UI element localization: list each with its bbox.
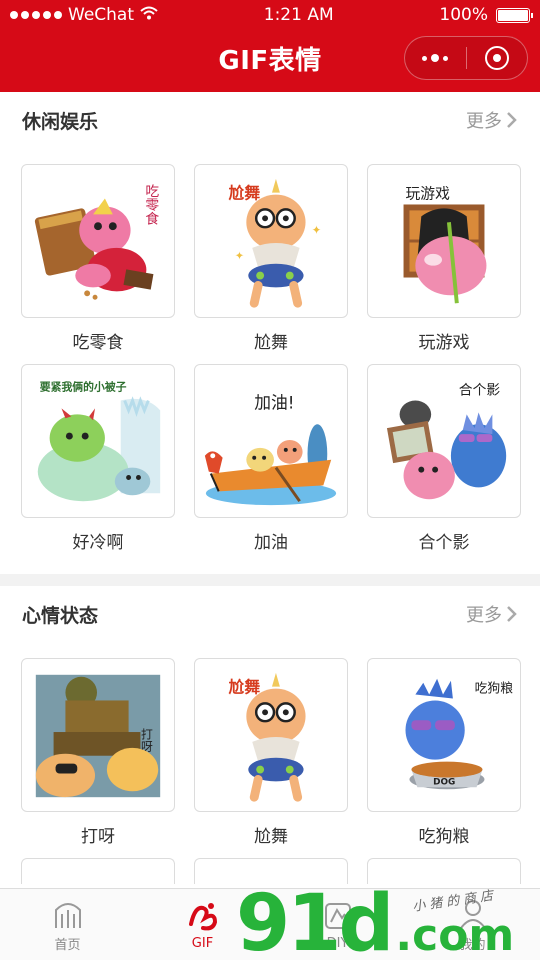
sticker-caption: 玩游戏	[418, 333, 470, 353]
sticker-art-text: 玩游戏	[406, 186, 451, 203]
svg-text:DOG: DOG	[433, 777, 455, 787]
status-bar: WeChat 1:21 AM 100%	[0, 0, 540, 30]
gif-icon	[188, 903, 217, 931]
more-label: 更多	[466, 111, 502, 132]
sticker-image[interactable]: 打呀	[21, 658, 175, 812]
more-label: 更多	[466, 605, 502, 626]
sticker-card[interactable]: 吃零食 吃零食	[21, 164, 175, 353]
battery-percent: 100%	[439, 5, 488, 25]
sticker-caption: 尬舞	[254, 827, 288, 847]
section-header: 心情状态 更多	[0, 586, 540, 642]
svg-text:✦: ✦	[311, 223, 321, 237]
chevron-right-icon	[507, 606, 517, 622]
sticker-art-text: 吃零食	[142, 184, 159, 226]
sticker-card[interactable]: 要紧我俩的小被子 好冷啊	[21, 364, 175, 553]
miniprogram-capsule	[404, 36, 528, 80]
sticker-card[interactable]: 合个影 合个影	[367, 364, 521, 553]
sticker-art-text: 打呀	[139, 728, 153, 752]
sticker-art-text: 合个影	[459, 383, 501, 399]
more-dots-icon	[422, 54, 449, 62]
sticker-grid: 吃零食 吃零食 尬舞 ✦ ✦ 尬舞 玩游戏 玩游戏 要紧我俩的小被子 好冷啊 加…	[0, 148, 540, 564]
sticker-card[interactable]: 尬舞 ✦ ✦ 尬舞	[194, 164, 348, 353]
carrier-label: WeChat	[68, 5, 134, 25]
sticker-image[interactable]	[21, 858, 175, 884]
tab-label: 首页	[54, 938, 81, 953]
sticker-image[interactable]	[367, 858, 521, 884]
chevron-right-icon	[507, 112, 517, 128]
sticker-grid: 打呀 打呀 尬舞 尬舞 吃狗粮 DOG 吃狗粮	[0, 642, 540, 888]
sticker-image[interactable]: 合个影	[367, 364, 521, 518]
tab-label: GIF	[191, 936, 214, 951]
sticker-card[interactable]: 玩游戏 玩游戏	[367, 164, 521, 353]
more-menu-button[interactable]	[405, 37, 466, 79]
sticker-image[interactable]: 尬舞	[194, 658, 348, 812]
sticker-card[interactable]	[194, 858, 348, 884]
sticker-caption: 合个影	[418, 533, 470, 553]
home-icon	[54, 903, 81, 928]
svg-text:✦: ✦	[234, 249, 244, 263]
sticker-caption: 好冷啊	[72, 533, 124, 553]
close-miniprogram-button[interactable]	[467, 37, 528, 79]
section-title: 心情状态	[22, 604, 99, 627]
diy-icon	[324, 903, 351, 929]
tab-label: 我的	[459, 938, 486, 953]
more-link[interactable]: 更多	[466, 601, 518, 627]
sticker-caption: 尬舞	[254, 333, 288, 353]
sticker-image[interactable]	[194, 858, 348, 884]
sticker-image[interactable]: 玩游戏	[367, 164, 521, 318]
sticker-art-text: 吃狗粮	[475, 681, 514, 697]
sticker-caption: 打呀	[81, 827, 115, 847]
sticker-card[interactable]	[367, 858, 521, 884]
section-title: 休闲娱乐	[22, 110, 99, 133]
sticker-art-text: 尬舞	[229, 184, 261, 203]
sticker-art-text: 加油!	[254, 392, 294, 412]
sticker-art-text: 尬舞	[229, 678, 261, 697]
sticker-caption: 吃零食	[72, 333, 124, 353]
battery-icon	[496, 7, 533, 23]
wifi-icon	[140, 6, 158, 24]
section-header: 休闲娱乐 更多	[0, 92, 540, 148]
signal-icon	[10, 11, 62, 19]
sticker-card[interactable]: 吃狗粮 DOG 吃狗粮	[367, 658, 521, 847]
sticker-image[interactable]: 吃狗粮 DOG	[367, 658, 521, 812]
tab-label: DIY	[326, 936, 349, 951]
more-link[interactable]: 更多	[466, 107, 518, 133]
sticker-image[interactable]: 要紧我俩的小被子	[21, 364, 175, 518]
header: WeChat 1:21 AM 100% GIF表情	[0, 0, 540, 92]
sticker-image[interactable]: 尬舞 ✦ ✦	[194, 164, 348, 318]
sticker-image[interactable]: 加油!	[194, 364, 348, 518]
sticker-card[interactable]: 加油! 加油	[194, 364, 348, 553]
main-content[interactable]: 休闲娱乐 更多 吃零食 吃零食 尬舞 ✦ ✦ 尬舞 玩游戏 玩游戏 要紧我俩的小…	[0, 92, 540, 888]
sticker-caption: 加油	[254, 533, 288, 553]
sticker-art-text: 要紧我俩的小被子	[40, 380, 127, 394]
sticker-image[interactable]: 吃零食	[21, 164, 175, 318]
tab-diy[interactable]: DIY	[270, 889, 405, 960]
sticker-card[interactable]: 尬舞 尬舞	[194, 658, 348, 847]
tab-gif[interactable]: GIF	[135, 889, 270, 960]
sticker-caption: 吃狗粮	[418, 827, 470, 847]
target-icon	[484, 46, 509, 70]
clock: 1:21 AM	[263, 5, 334, 25]
sticker-card[interactable]	[21, 858, 175, 884]
tab-home[interactable]: 首页	[0, 889, 135, 960]
sticker-card[interactable]: 打呀 打呀	[21, 658, 175, 847]
section-divider	[0, 574, 540, 586]
